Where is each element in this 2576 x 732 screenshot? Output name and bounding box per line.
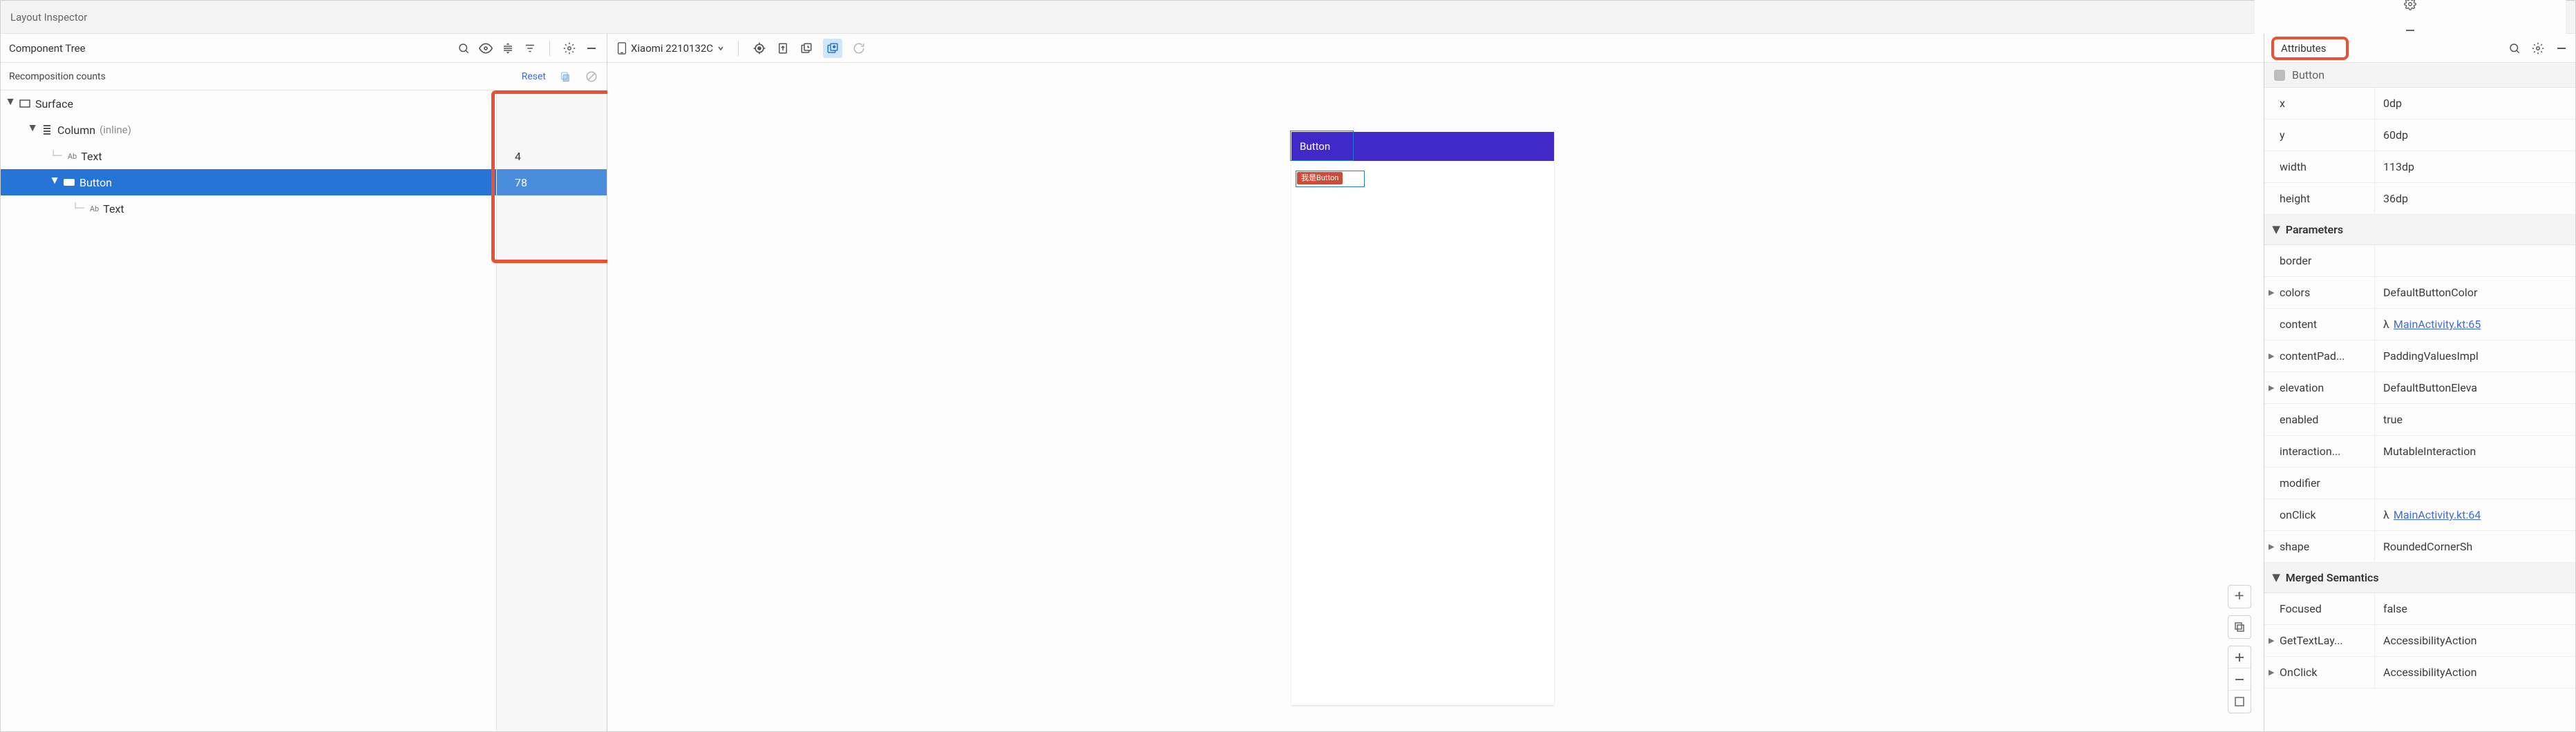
search-icon[interactable] <box>2508 41 2521 55</box>
tree-node-text1[interactable]: └─AbText <box>1 143 496 169</box>
selected-class-name: Button <box>2292 68 2324 81</box>
attributes-title: Attributes <box>2271 37 2349 60</box>
gear-icon[interactable] <box>2403 0 2417 11</box>
tree-node-text2[interactable]: └─AbText <box>1 195 496 222</box>
attr-section[interactable]: ▶Parameters <box>2264 215 2575 245</box>
copy-icon[interactable] <box>558 70 572 84</box>
snapshot-icon[interactable] <box>799 41 813 55</box>
gear-icon[interactable] <box>2531 41 2545 55</box>
eye-icon[interactable] <box>479 41 493 55</box>
center-toolbar: Xiaomi 2210132C <box>607 34 2264 63</box>
component-tree: ▶Surface▶Column(inline)└─AbText▶Button└─… <box>1 90 607 731</box>
attr-row[interactable]: ▶contentPad...PaddingValuesImpl <box>2264 340 2575 372</box>
device-name: Xiaomi 2210132C <box>631 42 713 55</box>
pan-icon[interactable] <box>2228 586 2251 608</box>
attr-row[interactable]: modifier <box>2264 468 2575 499</box>
zoom-in-icon[interactable] <box>2228 646 2251 668</box>
tree-node-button[interactable]: ▶Button <box>1 169 496 195</box>
attr-row[interactable]: interaction...MutableInteraction <box>2264 436 2575 468</box>
titlebar: Layout Inspector <box>1 1 2575 34</box>
recomposition-count <box>497 117 607 143</box>
attr-row[interactable]: border <box>2264 245 2575 277</box>
attr-row[interactable]: enabledtrue <box>2264 404 2575 436</box>
attr-row[interactable]: y60dp <box>2264 119 2575 151</box>
refresh-icon[interactable] <box>852 41 866 55</box>
minimize-icon[interactable] <box>585 41 598 55</box>
reset-link[interactable]: Reset <box>522 71 546 82</box>
attr-row[interactable]: ▶OnClickAccessibilityAction <box>2264 657 2575 688</box>
recomposition-label: Recomposition counts <box>9 71 106 82</box>
tree-header-label: Component Tree <box>9 42 86 55</box>
app-button-label: Button <box>1300 140 1330 153</box>
target-icon[interactable] <box>752 41 766 55</box>
zoom-fit-icon[interactable] <box>2228 691 2251 713</box>
attr-section[interactable]: ▶Merged Semantics <box>2264 563 2575 593</box>
selected-class-row: Button <box>2264 63 2575 88</box>
recomposition-count: 4 <box>497 143 607 169</box>
search-icon[interactable] <box>457 41 471 55</box>
minimize-icon[interactable] <box>2555 41 2568 55</box>
gear-icon[interactable] <box>562 41 576 55</box>
zoom-controls <box>2228 585 2251 713</box>
source-link[interactable]: MainActivity.kt:64 <box>2394 508 2481 521</box>
attr-row[interactable]: ▶shapeRoundedCornerSh <box>2264 531 2575 563</box>
button-chip: 我是Button <box>1297 172 1343 184</box>
device-selector[interactable]: Xiaomi 2210132C <box>617 42 724 55</box>
attr-row[interactable]: ▶GetTextLay...AccessibilityAction <box>2264 625 2575 657</box>
attr-row[interactable]: height36dp <box>2264 183 2575 215</box>
attributes-toolbar: Attributes <box>2264 34 2575 63</box>
attr-row[interactable]: width113dp <box>2264 151 2575 183</box>
filter-icon[interactable] <box>523 41 537 55</box>
nosign-icon[interactable] <box>585 70 598 84</box>
layer-icon[interactable] <box>2228 616 2251 638</box>
class-icon <box>2274 70 2285 81</box>
attr-row[interactable]: onClickλMainActivity.kt:64 <box>2264 499 2575 531</box>
attr-row[interactable]: contentλMainActivity.kt:65 <box>2264 309 2575 340</box>
attr-row[interactable]: ▶colorsDefaultButtonColor <box>2264 277 2575 309</box>
window-title: Layout Inspector <box>10 11 87 23</box>
tree-node-column[interactable]: ▶Column(inline) <box>1 117 496 143</box>
center-canvas-panel: Xiaomi 2210132C Button <box>607 34 2264 731</box>
zoom-out-icon[interactable] <box>2228 668 2251 691</box>
attributes-panel: Attributes Button x0dpy60dpwidth113dphei… <box>2264 34 2575 731</box>
recomposition-count <box>497 90 607 117</box>
attr-row[interactable]: Focusedfalse <box>2264 593 2575 625</box>
tree-toolbar: Component Tree <box>1 34 607 63</box>
recomposition-count: 78 <box>497 169 607 195</box>
component-tree-panel: Component Tree Recomposition counts Rese… <box>1 34 607 731</box>
recomposition-header: Recomposition counts Reset <box>1 63 607 90</box>
collapse-icon[interactable] <box>501 41 515 55</box>
export-icon[interactable] <box>776 41 790 55</box>
attr-row[interactable]: ▶elevationDefaultButtonEleva <box>2264 372 2575 404</box>
app-button[interactable]: Button <box>1291 132 1554 161</box>
attr-row[interactable]: x0dp <box>2264 88 2575 119</box>
source-link[interactable]: MainActivity.kt:65 <box>2394 318 2481 331</box>
recomposition-count <box>497 195 607 222</box>
device-frame: Button 我是Button <box>1291 132 1554 705</box>
layout-inspector-window: Layout Inspector Component Tree <box>0 0 2576 732</box>
live-updates-icon[interactable] <box>823 39 842 58</box>
tree-node-surface[interactable]: ▶Surface <box>1 90 496 117</box>
device-canvas[interactable]: Button 我是Button <box>607 63 2264 731</box>
